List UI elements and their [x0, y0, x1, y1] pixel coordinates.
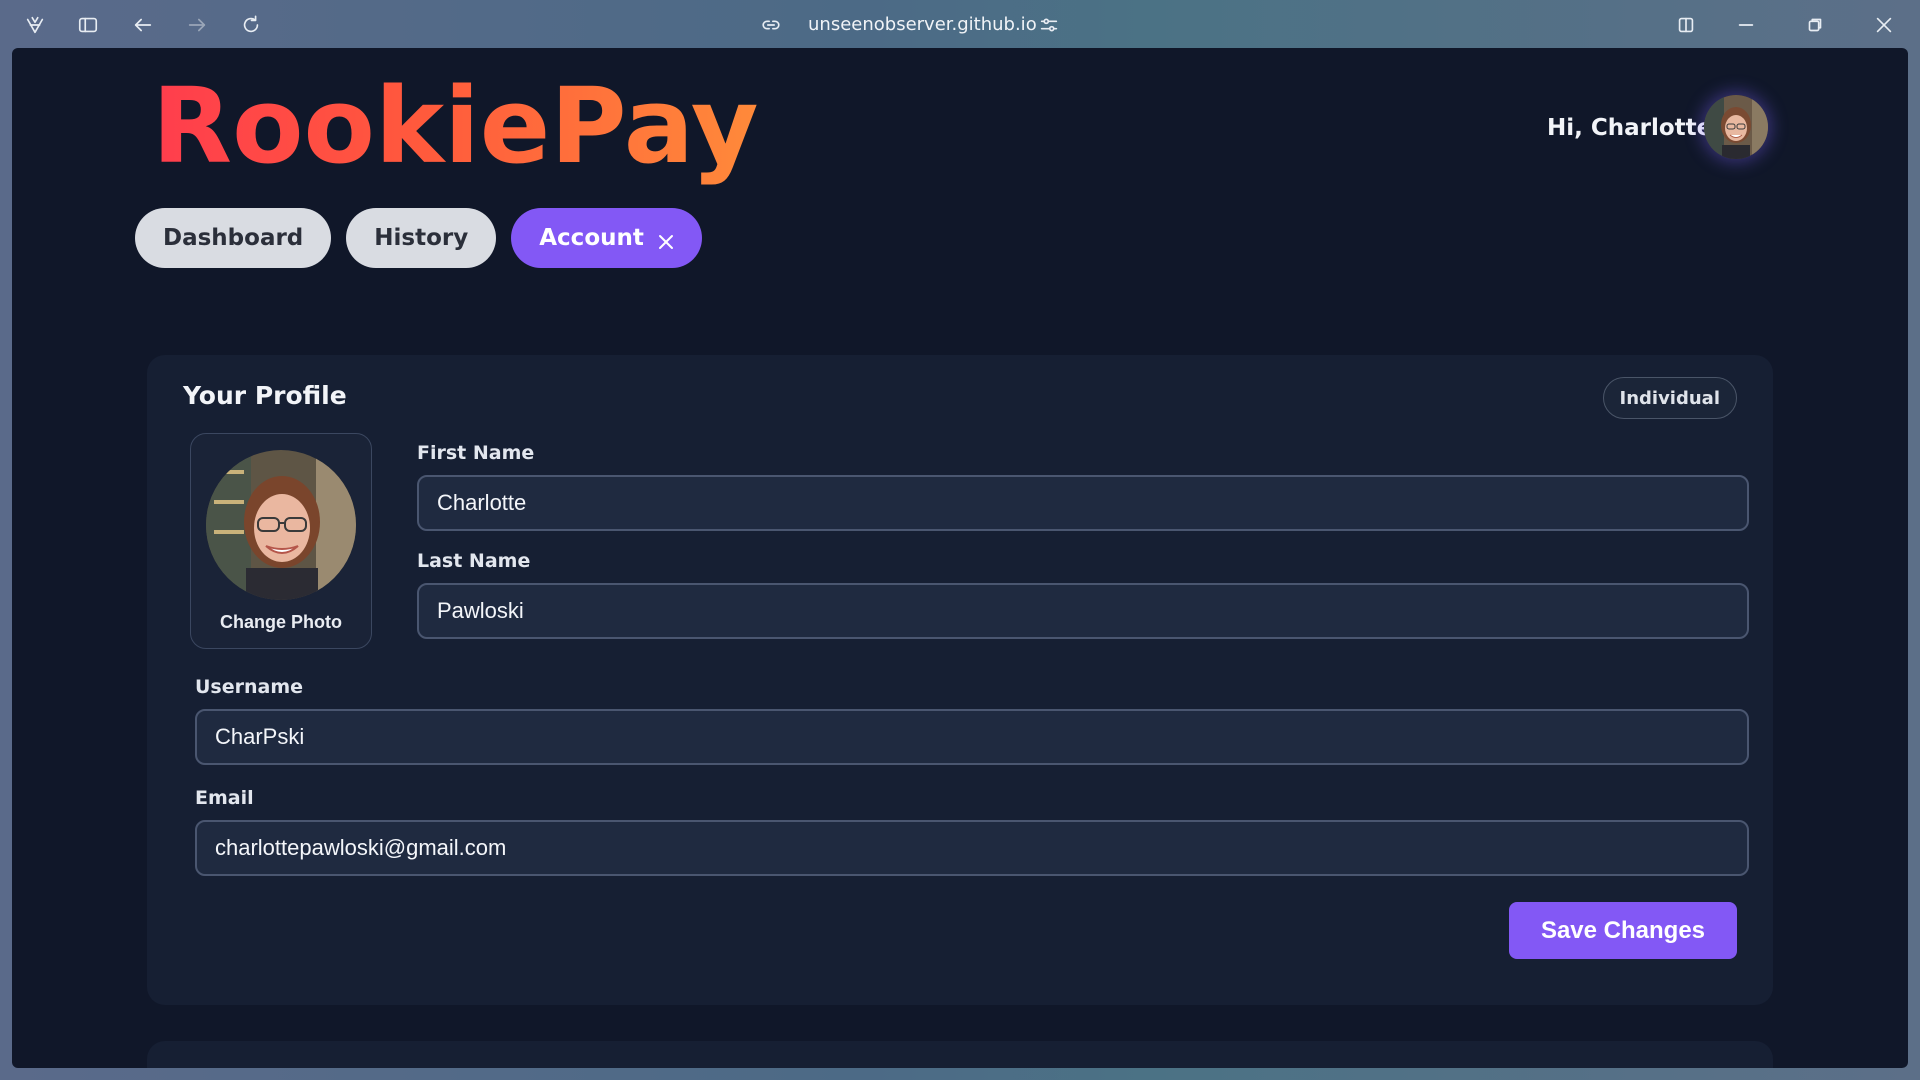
- username-label: Username: [195, 676, 304, 698]
- reload-icon[interactable]: [238, 12, 264, 38]
- tab-account[interactable]: Account: [511, 208, 702, 268]
- username-input[interactable]: [195, 709, 1749, 765]
- address-bar-url[interactable]: unseenobserver.github.io: [808, 12, 1037, 38]
- user-greeting: Hi, Charlotte: [1547, 115, 1713, 141]
- restore-icon[interactable]: [1802, 12, 1828, 38]
- profile-photo: [206, 450, 356, 600]
- account-type-badge: Individual: [1602, 377, 1737, 419]
- save-changes-button[interactable]: Save Changes: [1509, 902, 1737, 959]
- tab-history[interactable]: History: [346, 208, 497, 268]
- email-input[interactable]: [195, 820, 1749, 876]
- sidebar-toggle-icon[interactable]: [75, 12, 101, 38]
- tab-account-label: Account: [539, 225, 644, 251]
- browser-toolbar: unseenobserver.github.io: [0, 0, 1920, 48]
- app-logo[interactable]: RookiePay: [152, 64, 759, 189]
- tab-dashboard[interactable]: Dashboard: [135, 208, 332, 268]
- profile-card: Your Profile Individual Change Photo Fir…: [147, 355, 1773, 1005]
- link-icon[interactable]: [758, 12, 784, 38]
- first-name-label: First Name: [417, 442, 535, 464]
- forward-arrow-icon[interactable]: [184, 12, 210, 38]
- main-nav: Dashboard History Account: [135, 208, 702, 268]
- next-card: [147, 1041, 1773, 1068]
- change-photo-control[interactable]: Change Photo: [190, 433, 372, 649]
- change-photo-label: Change Photo: [220, 612, 342, 632]
- user-avatar[interactable]: [1704, 95, 1768, 159]
- last-name-label: Last Name: [417, 550, 531, 572]
- split-view-icon[interactable]: [1673, 12, 1699, 38]
- profile-title: Your Profile: [183, 381, 347, 410]
- page-viewport: RookiePay Hi, Charlotte Dashboard Histor…: [12, 48, 1908, 1068]
- site-settings-icon[interactable]: [1036, 12, 1062, 38]
- close-icon[interactable]: [658, 230, 674, 249]
- close-window-icon[interactable]: [1871, 12, 1897, 38]
- first-name-input[interactable]: [417, 475, 1749, 531]
- email-label: Email: [195, 787, 254, 809]
- back-arrow-icon[interactable]: [130, 12, 156, 38]
- last-name-input[interactable]: [417, 583, 1749, 639]
- browser-logo-icon[interactable]: [22, 12, 48, 38]
- minimize-icon[interactable]: [1733, 12, 1759, 38]
